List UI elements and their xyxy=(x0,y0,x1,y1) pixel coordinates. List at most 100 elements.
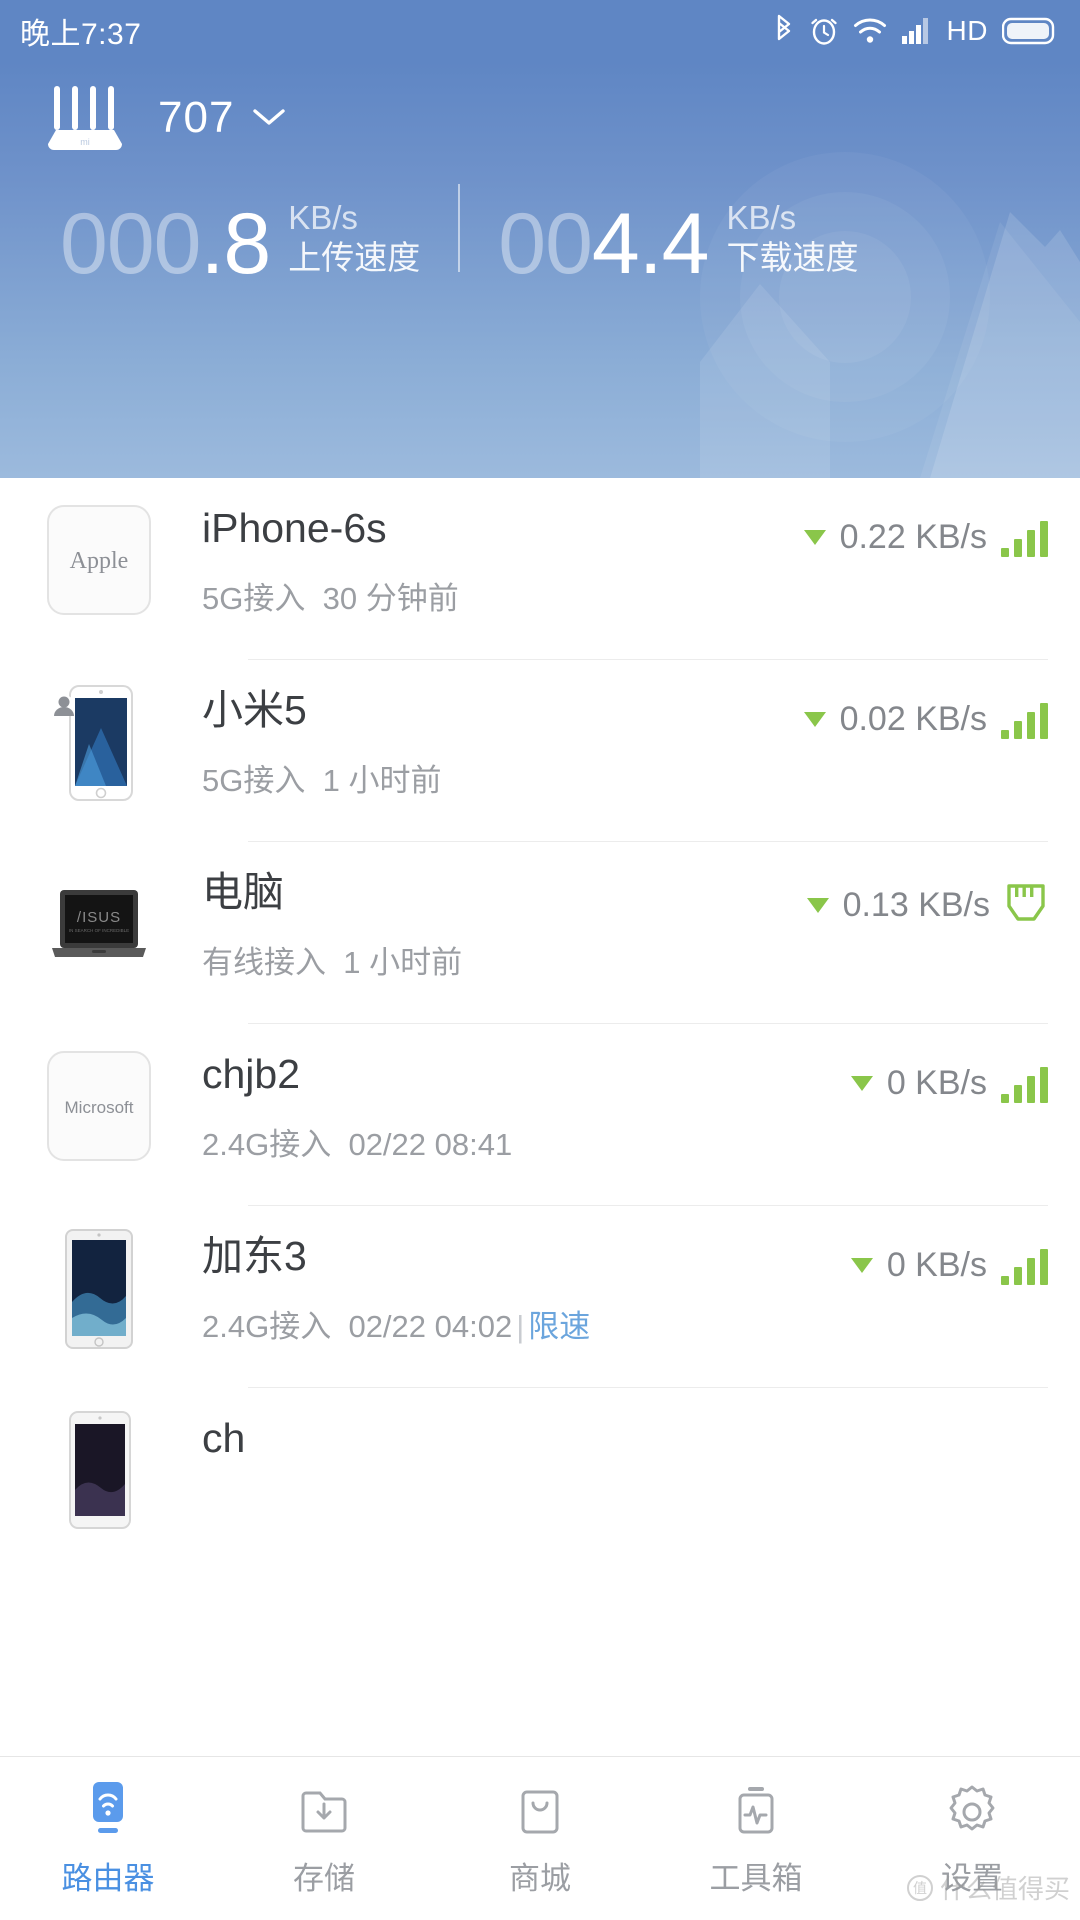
down-arrow-icon xyxy=(803,530,826,545)
folder-download-icon xyxy=(296,1779,352,1839)
upload-speed-dim-digits: 000 xyxy=(60,196,201,293)
device-last-seen: 02/22 08:41 xyxy=(348,1127,513,1163)
device-meta: 2.4G接入 02/22 04:02 | 限速 xyxy=(202,1301,851,1346)
xiaomi-phone-icon xyxy=(44,682,154,804)
device-connection: 2.4G接入 xyxy=(202,1127,332,1163)
tab-label: 设置 xyxy=(941,1861,1003,1896)
svg-text:mi: mi xyxy=(80,137,90,147)
asus-laptop-icon: /ISUS IN SEARCH OF INCREDIBLE xyxy=(44,864,154,986)
table-row[interactable]: Apple iPhone-6s 5G接入 30 分钟前 0.22 KB/s xyxy=(0,478,1080,660)
device-connection: 5G接入 xyxy=(202,763,306,799)
device-meta: 5G接入 1 小时前 xyxy=(202,755,804,800)
device-meta: 有线接入 1 小时前 xyxy=(202,937,807,982)
device-name: 加东3 xyxy=(202,1233,307,1279)
device-info: 加东3 2.4G接入 02/22 04:02 | 限速 xyxy=(202,1232,851,1346)
down-arrow-icon xyxy=(850,1076,873,1091)
tab-label: 商城 xyxy=(509,1861,571,1896)
ethernet-port-icon xyxy=(1004,882,1048,929)
svg-text:/ISUS: /ISUS xyxy=(77,909,121,926)
device-speed: 0 KB/s xyxy=(886,1246,987,1284)
gear-icon xyxy=(944,1779,1000,1839)
tab-toolbox[interactable]: 工具箱 xyxy=(648,1757,864,1920)
device-meta: 2.4G接入 02/22 08:41 xyxy=(202,1119,851,1164)
router-wifi-icon xyxy=(80,1779,136,1839)
download-speed-dim-digits: 00 xyxy=(498,196,593,293)
tab-storage[interactable]: 存储 xyxy=(216,1757,432,1920)
download-speed-unit: KB/s xyxy=(726,198,797,236)
device-speed: 0 KB/s xyxy=(886,1064,987,1102)
device-last-seen: 1 小时前 xyxy=(343,945,463,981)
table-row[interactable]: /ISUS IN SEARCH OF INCREDIBLE 电脑 有线接入 1 … xyxy=(0,842,1080,1024)
device-traffic: 0 KB/s xyxy=(850,1064,1048,1103)
status-bar: 晚上7:37 HD xyxy=(0,0,1080,62)
router-selector[interactable]: mi 707 xyxy=(0,62,1080,156)
upload-speed-labels: KB/s 上传速度 xyxy=(288,199,420,286)
device-list[interactable]: Apple iPhone-6s 5G接入 30 分钟前 0.22 KB/s 小米… xyxy=(0,478,1080,1756)
wifi-bars-icon xyxy=(1001,1065,1048,1103)
device-last-seen: 30 分钟前 xyxy=(322,581,459,617)
tab-settings[interactable]: 设置 xyxy=(864,1757,1080,1920)
device-last-seen: 02/22 04:02 xyxy=(348,1309,513,1345)
speed-divider xyxy=(458,184,461,272)
bottom-tab-bar[interactable]: 路由器 存储 商城 工具箱 设置 xyxy=(0,1756,1080,1920)
tab-label: 存储 xyxy=(293,1861,355,1896)
device-traffic: 0.22 KB/s xyxy=(803,518,1048,557)
device-name: 电脑 xyxy=(202,869,284,915)
device-speed: 0.22 KB/s xyxy=(839,518,987,556)
wifi-icon xyxy=(853,16,887,46)
device-speed: 0.13 KB/s xyxy=(842,886,990,924)
tab-label: 路由器 xyxy=(61,1861,155,1896)
alarm-icon xyxy=(809,15,839,47)
tab-label: 工具箱 xyxy=(709,1861,803,1896)
device-traffic: 0.13 KB/s xyxy=(806,882,1048,929)
device-meta: 5G接入 30 分钟前 xyxy=(202,573,804,618)
cellular-signal-icon xyxy=(901,16,933,46)
download-speed-value: 004.4 xyxy=(498,201,709,287)
device-connection: 有线接入 xyxy=(202,945,326,981)
upload-speed-caption: 上传速度 xyxy=(288,238,421,276)
down-arrow-icon xyxy=(803,712,826,727)
speed-summary: 000.8 KB/s 上传速度 004.4 KB/s 下载速度 xyxy=(0,184,1080,288)
chevron-down-icon[interactable] xyxy=(250,104,288,133)
hd-icon: HD xyxy=(946,15,988,46)
tab-router[interactable]: 路由器 xyxy=(0,1757,216,1920)
download-speed-caption: 下载速度 xyxy=(726,238,859,276)
router-name-label: 707 xyxy=(158,93,235,142)
tab-shop[interactable]: 商城 xyxy=(432,1757,648,1920)
bluetooth-icon xyxy=(773,14,795,48)
wifi-bars-icon xyxy=(1001,519,1048,557)
upload-speed-block: 000.8 KB/s 上传速度 xyxy=(60,199,420,288)
device-speed: 0.02 KB/s xyxy=(839,700,987,738)
router-icon: mi xyxy=(42,80,128,156)
svg-text:Apple: Apple xyxy=(70,548,129,574)
table-row[interactable]: 小米5 5G接入 1 小时前 0.02 KB/s xyxy=(0,660,1080,842)
upload-speed-value: 000.8 xyxy=(60,201,271,287)
ipad-icon xyxy=(44,1228,154,1350)
device-info: chjb2 2.4G接入 02/22 08:41 xyxy=(202,1050,851,1164)
rate-limit-link[interactable]: 限速 xyxy=(528,1309,590,1344)
table-row[interactable]: 加东3 2.4G接入 02/22 04:02 | 限速 0 KB/s xyxy=(0,1206,1080,1388)
upload-speed-unit: KB/s xyxy=(288,198,358,236)
device-info: 电脑 有线接入 1 小时前 xyxy=(202,868,807,982)
meta-separator: | xyxy=(516,1309,525,1345)
apple-logo-icon: Apple xyxy=(44,500,154,622)
down-arrow-icon xyxy=(806,898,829,913)
shop-bag-icon xyxy=(512,1779,568,1839)
device-traffic: 0 KB/s xyxy=(850,1246,1048,1285)
status-bar-icons: HD xyxy=(773,14,1058,48)
table-row[interactable]: Microsoft chjb2 2.4G接入 02/22 08:41 0 KB/… xyxy=(0,1024,1080,1206)
microsoft-logo-icon: Microsoft xyxy=(44,1046,154,1168)
status-bar-time: 晚上7:37 xyxy=(20,18,142,51)
device-traffic: 0.02 KB/s xyxy=(803,700,1048,739)
iphone-icon xyxy=(44,1410,154,1532)
device-connection: 5G接入 xyxy=(202,581,306,617)
wifi-bars-icon xyxy=(1001,1247,1048,1285)
svg-text:IN SEARCH OF INCREDIBLE: IN SEARCH OF INCREDIBLE xyxy=(69,928,129,933)
device-name: chjb2 xyxy=(202,1051,301,1097)
device-info: iPhone-6s 5G接入 30 分钟前 xyxy=(202,504,804,618)
svg-text:Microsoft: Microsoft xyxy=(65,1098,134,1117)
device-info: ch xyxy=(202,1414,1048,1483)
battery-icon xyxy=(1002,16,1058,46)
table-row[interactable]: ch xyxy=(0,1388,1080,1570)
device-info: 小米5 5G接入 1 小时前 xyxy=(202,686,804,800)
